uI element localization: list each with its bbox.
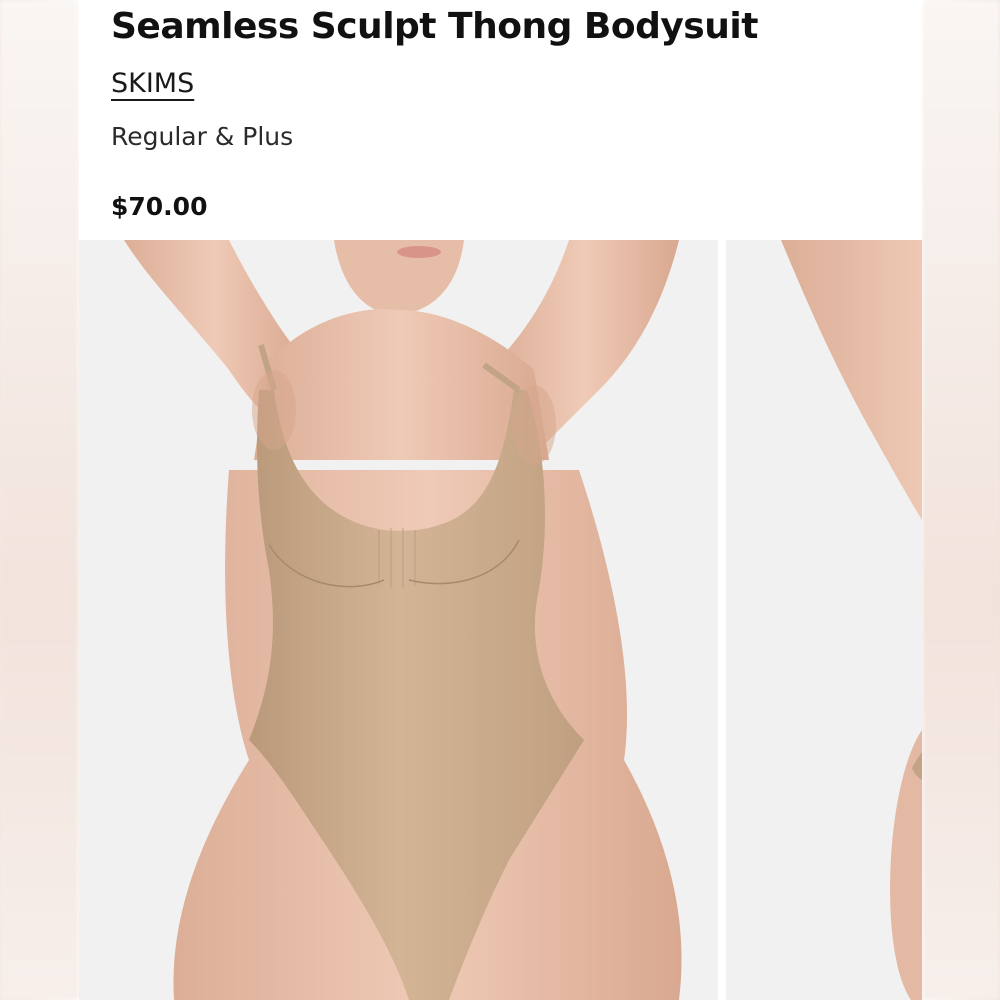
page: Seamless Sculpt Thong Bodysuit SKIMS Reg… (0, 0, 1000, 1000)
product-image-main[interactable] (79, 240, 718, 1000)
image-gallery[interactable] (79, 240, 922, 1000)
model-front-illustration (124, 240, 682, 1000)
size-range-label: Regular & Plus (111, 122, 294, 151)
brand-link[interactable]: SKIMS (111, 68, 194, 99)
product-card: Seamless Sculpt Thong Bodysuit SKIMS Reg… (79, 0, 922, 1000)
model-next-illustration (781, 240, 922, 1000)
frame-left-backdrop (0, 0, 79, 1000)
frame-right-backdrop (922, 0, 1000, 1000)
product-price: $70.00 (111, 192, 208, 221)
product-image-next[interactable] (726, 240, 922, 1000)
product-title: Seamless Sculpt Thong Bodysuit (111, 6, 758, 47)
